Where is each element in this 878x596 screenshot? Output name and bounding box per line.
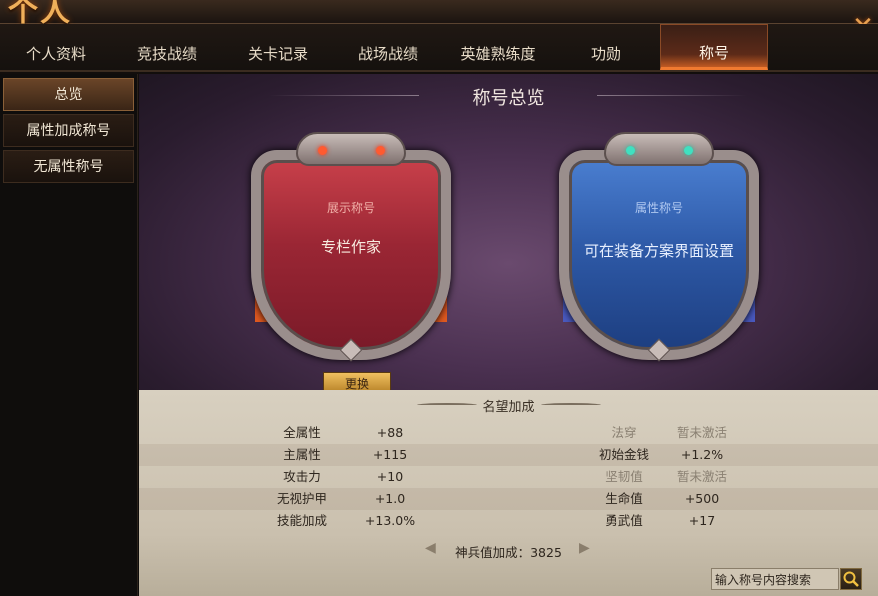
crown-ornament	[604, 132, 714, 166]
title-window: 个人 ✕ 个人资料 竞技战绩 关卡记录 战场战绩 英雄熟练度 功勋 称号 总览 …	[0, 0, 878, 596]
eye-icon	[376, 146, 385, 155]
stat-value: 暂未激活	[676, 425, 727, 440]
attribute-title-shield: 属性称号 可在装备方案界面设置	[549, 132, 769, 380]
stat-row: 技能加成 +13.0% 勇武值 +17	[139, 510, 878, 532]
stat-row: 全属性 +88 法穿 暂未激活	[139, 422, 878, 444]
stat-value: +1.0	[374, 491, 406, 506]
stat-row: 无视护甲 +1.0 生命值 +500	[139, 488, 878, 510]
stat-value: +88	[376, 425, 404, 440]
stat-row: 攻击力 +10 坚韧值 暂未激活	[139, 466, 878, 488]
stat-label: 初始金钱	[598, 447, 649, 462]
stat-label: 勇武值	[605, 513, 643, 528]
stat-label: 生命值	[605, 491, 643, 506]
sidebar: 总览 属性加成称号 无属性称号	[0, 74, 138, 596]
stat-label: 坚韧值	[605, 469, 643, 484]
reputation-panel: 名望加成 全属性 +88 法穿 暂未激活 主属性 +115 初始金钱 +1.2%…	[139, 390, 878, 596]
overview-title: 称号总览	[472, 88, 545, 109]
stat-value: +115	[372, 447, 408, 462]
stat-label: 无视护甲	[276, 491, 327, 506]
stat-label: 法穿	[611, 425, 637, 440]
stat-value: 暂未激活	[676, 469, 727, 484]
change-title-button[interactable]: 更换	[323, 372, 391, 390]
title-overview: 称号总览 展示称号 专栏作家 更换 属性称号 可在装备方案界面设置	[139, 74, 878, 390]
tab-titles[interactable]: 称号	[660, 24, 768, 70]
tab-bar: 个人资料 竞技战绩 关卡记录 战场战绩 英雄熟练度 功勋 称号	[0, 24, 878, 72]
display-title-shield: 展示称号 专栏作家 更换	[241, 132, 461, 390]
tab-arena[interactable]: 竞技战绩	[128, 38, 206, 70]
main-panel: 称号总览 展示称号 专栏作家 更换 属性称号 可在装备方案界面设置 名望加成 全…	[139, 74, 878, 596]
display-title-name: 专栏作家	[320, 238, 381, 256]
stat-label: 主属性	[283, 447, 321, 462]
attribute-title-label: 属性称号	[634, 201, 683, 215]
stat-value: +500	[684, 491, 720, 506]
sidebar-item-no-attribute-titles[interactable]: 无属性称号	[3, 150, 134, 183]
stat-label: 攻击力	[283, 469, 321, 484]
window-frame	[0, 0, 878, 24]
display-title-label: 展示称号	[326, 201, 375, 215]
tab-stage[interactable]: 关卡记录	[240, 38, 316, 70]
search-input[interactable]: 输入称号内容搜索	[711, 568, 839, 590]
stat-label: 全属性	[283, 425, 321, 440]
stat-value: +10	[376, 469, 404, 484]
arrow-right-icon: ▶	[579, 540, 590, 556]
tab-hero-mastery[interactable]: 英雄熟练度	[452, 38, 544, 70]
tab-merit[interactable]: 功勋	[576, 38, 636, 70]
eye-icon	[684, 146, 693, 155]
eye-icon	[626, 146, 635, 155]
stat-value: +17	[688, 513, 716, 528]
sidebar-item-overview[interactable]: 总览	[3, 78, 134, 111]
eye-icon	[318, 146, 327, 155]
tab-battlefield[interactable]: 战场战绩	[350, 38, 426, 70]
tab-profile[interactable]: 个人资料	[18, 38, 94, 70]
stat-label: 技能加成	[276, 513, 327, 528]
divine-weapon-bonus: 神兵值加成：3825	[455, 545, 562, 560]
crown-ornament	[296, 132, 406, 166]
reputation-title: 名望加成	[482, 400, 535, 415]
attribute-title-hint: 可在装备方案界面设置	[583, 242, 734, 260]
sidebar-item-attribute-titles[interactable]: 属性加成称号	[3, 114, 134, 147]
stat-value: +1.2%	[680, 447, 724, 462]
stat-row: 主属性 +115 初始金钱 +1.2%	[139, 444, 878, 466]
stat-value: +13.0%	[364, 513, 416, 528]
search-icon[interactable]	[840, 568, 862, 590]
